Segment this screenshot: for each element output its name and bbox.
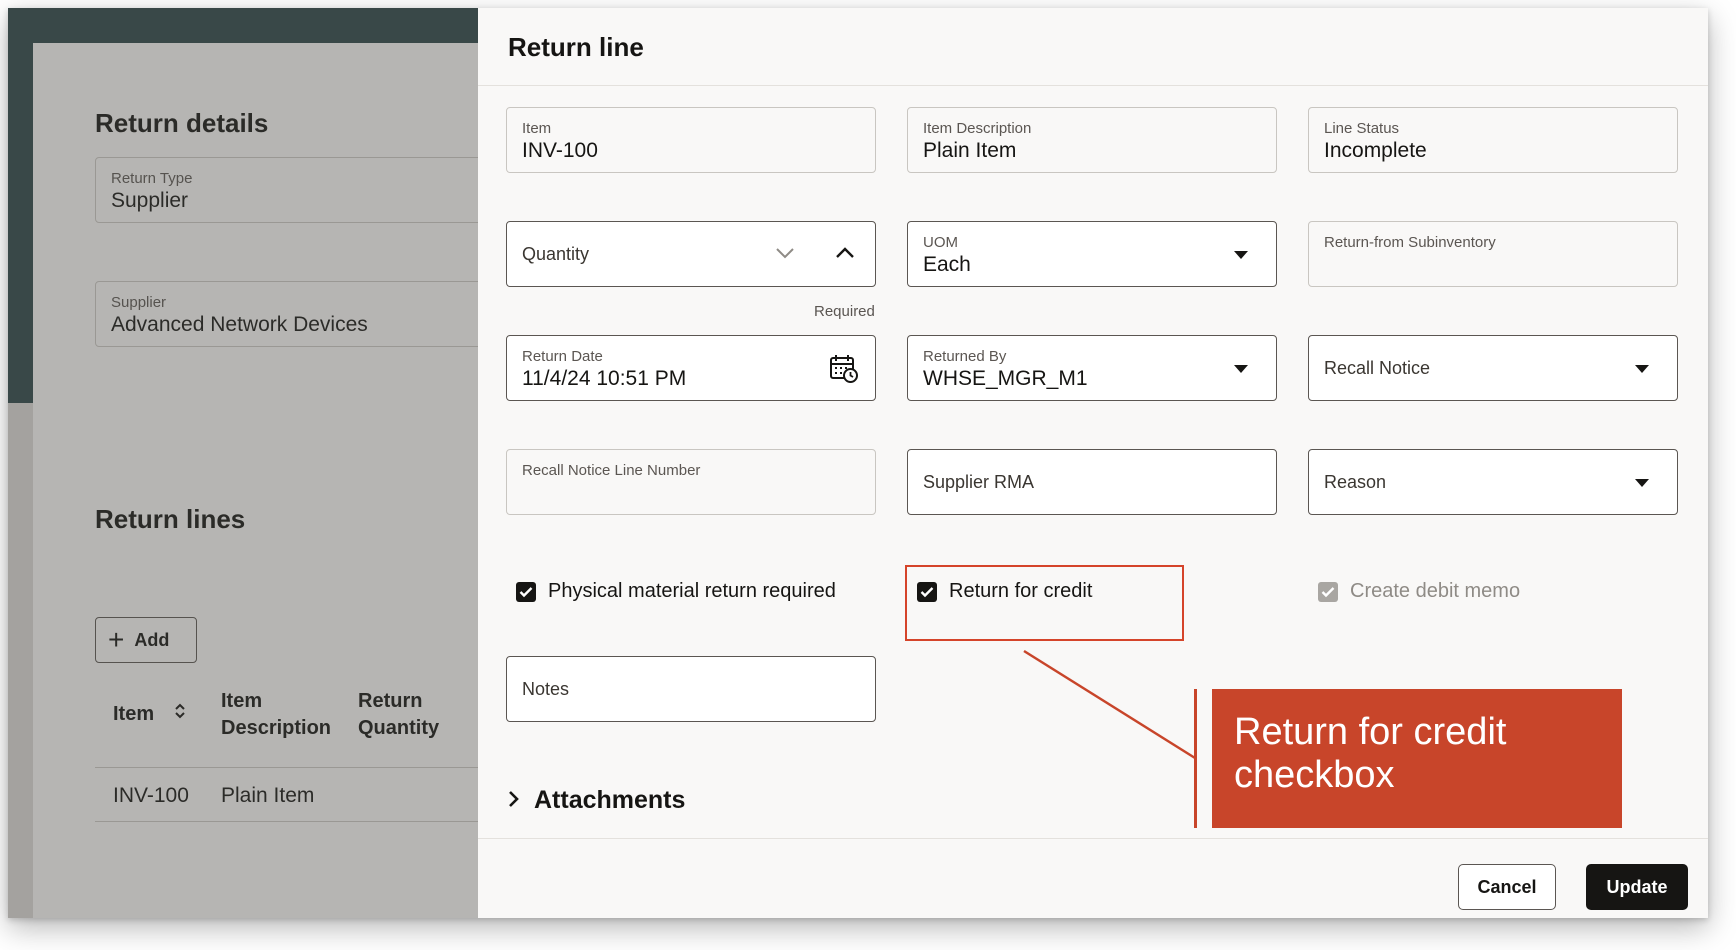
callout-label: Return for credit checkbox (1212, 689, 1622, 828)
screenshot-frame: Return details Return Type Supplier Supp… (8, 8, 1708, 918)
callout-bar (1194, 689, 1197, 828)
